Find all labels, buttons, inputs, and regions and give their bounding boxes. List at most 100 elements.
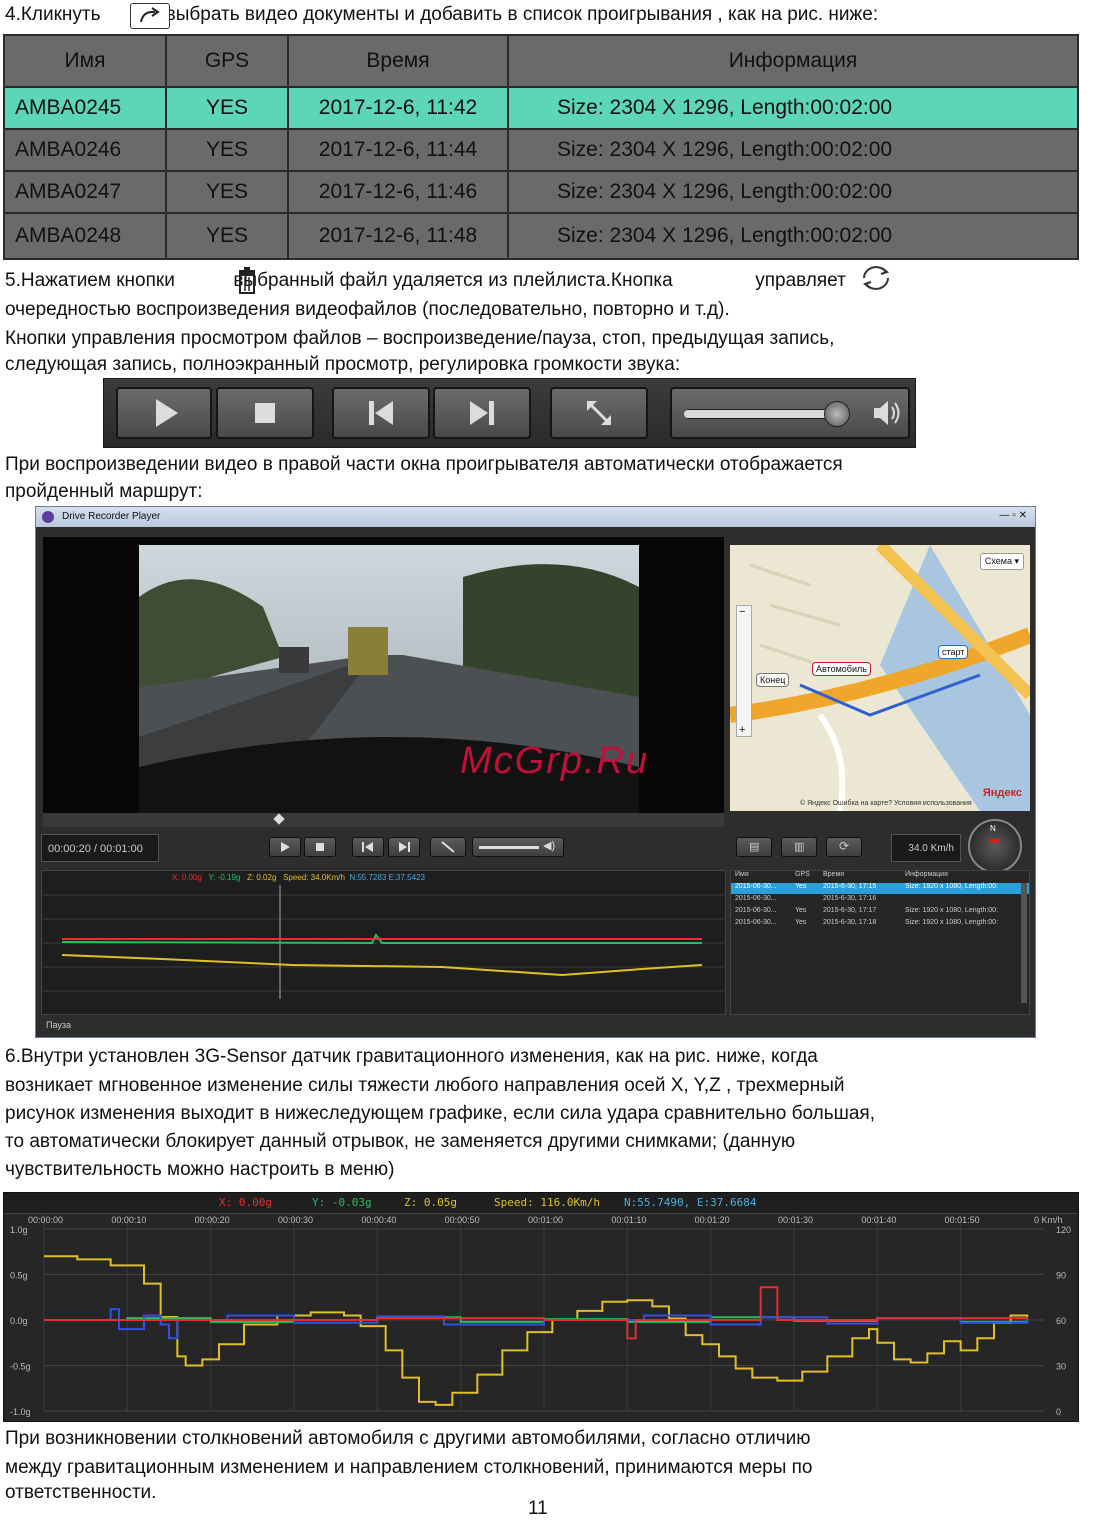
x-tick: 00:00:00 [28,1215,63,1225]
zoom-out-icon[interactable]: − [739,606,745,618]
time-display: 00:00:20 / 00:01:00 [41,834,159,862]
step6-line2: возникает мгновенное изменение силы тяже… [5,1075,845,1096]
player-list-row[interactable]: 2015-06-30... Yes 2015-6-30, 17:17 Size: 19… [731,907,1029,918]
folder-icon: ▤ [749,841,760,853]
y-right-tick: 90 [1056,1271,1066,1281]
chart-readout: X: 0.00g Y: -0.03g Z: 0.05g Speed: 116.0… [4,1193,1078,1214]
mini-open-button[interactable]: ▤ [736,837,772,857]
page-number: 11 [528,1498,548,1519]
fullscreen-button[interactable] [550,387,648,439]
mini-fullscreen-button[interactable] [430,837,466,857]
map-marker-end[interactable]: Конец [756,673,790,687]
open-folder-icon[interactable] [130,3,170,29]
mini-prev-button[interactable] [352,837,384,857]
map-scheme-select[interactable]: Схема ▾ [979,553,1024,570]
step5-line3: Кнопки управления просмотром файлов – во… [5,328,835,349]
mini-volume-track[interactable] [479,846,539,849]
compass-icon: N [968,819,1022,873]
route-line2: пройденный маршрут: [5,481,203,502]
readout-z: Z: 0.05g [404,1196,457,1209]
mini-repeat-button[interactable]: ⟳ [826,837,862,857]
x-tick: 00:00:20 [195,1215,230,1225]
player-titlebar: Drive Recorder Player — ▫ ✕ [36,507,1035,527]
mini-play-button[interactable] [269,837,301,857]
stop-icon [316,843,324,851]
file-table: Имя GPS Время Информация AMBA0245 YES 20… [3,34,1079,260]
play-button[interactable] [116,387,212,439]
x-unit-label: 0 Km/h [1034,1215,1063,1225]
volume-control[interactable] [670,387,910,439]
zoom-in-icon[interactable]: + [739,724,745,736]
x-tick: 00:01:40 [861,1215,896,1225]
player-list-row[interactable]: 2015-06-30... 2015-6-30, 17:16 [731,895,1029,906]
app-logo-icon [42,511,54,523]
volume-fill [684,410,836,418]
gsensor-plot: 1.0g 120 0.5g 90 0.0g 60 -0.5g 30 -1.0g 0 00:00:00… [10,1213,1071,1417]
next-icon [470,401,494,425]
map-marker-start[interactable]: старт [938,645,969,659]
next-button[interactable] [433,387,531,439]
step6-line4: то автоматически блокирует данный отрыво… [5,1131,796,1152]
cell-gps: YES [167,172,289,214]
player-list-row-selected[interactable]: 2015-06-30... Yes 2015-6-30, 17:15 Size: 19… [731,883,1029,894]
play-icon [156,399,178,427]
speaker-icon[interactable]: ◀) [543,839,555,852]
previous-icon [362,842,373,852]
table-row[interactable]: AMBA0248 YES 2017-12-6, 11:48 Size: 2304… [5,214,1077,258]
play-icon [281,842,290,852]
step6-line1: 6.Внутри установлен 3G-Sensor датчик гра… [5,1046,818,1067]
seek-bar[interactable] [43,813,724,827]
stop-icon [255,403,275,423]
repeat-icon[interactable] [856,263,896,293]
fullscreen-icon [441,841,455,853]
y-right-tick: 0 [1056,1407,1061,1417]
table-row[interactable]: AMBA0247 YES 2017-12-6, 11:46 Size: 2304… [5,172,1077,214]
map-zoom-slider[interactable]: − + [736,605,752,737]
x-tick: 00:00:50 [445,1215,480,1225]
col-time: Время [289,36,509,88]
y-left-tick: -0.5g [10,1362,31,1372]
volume-knob[interactable] [824,401,850,427]
map-marker-car[interactable]: Автомобиль [812,662,871,676]
player-status: Пауза [46,1020,72,1030]
mini-stop-button[interactable] [304,837,336,857]
readout-speed: Speed: 116.0Km/h [494,1196,600,1209]
stop-button[interactable] [216,387,314,439]
trash-icon[interactable] [236,265,258,295]
mini-delete-button[interactable]: ▥ [781,837,817,857]
cell-name: AMBA0246 [5,130,167,172]
table-row-selected[interactable]: AMBA0245 YES 2017-12-6, 11:42 Size: 2304… [5,88,1077,130]
col-name: Имя [5,36,167,88]
previous-button[interactable] [332,387,430,439]
y-right-tick: 30 [1056,1362,1066,1372]
trash-icon: ▥ [794,841,805,853]
volume-track[interactable] [684,401,850,427]
y-right-tick: 120 [1056,1225,1071,1235]
route-map[interactable]: Схема ▾ старт Автомобиль Конец − + © Янд… [730,545,1030,811]
cell-time: 2017-12-6, 11:46 [289,172,509,214]
y-left-tick: -1.0g [10,1407,31,1417]
cell-name: AMBA0247 [5,172,167,214]
route-line1: При воспроизведении видео в правой части… [5,454,843,475]
cell-info: Size: 2304 X 1296, Length:00:02:00 [509,130,1077,172]
cell-gps: YES [167,88,289,130]
seek-handle[interactable] [273,813,285,825]
step6-line3: рисунок изменения выходит в нижеследующе… [5,1103,876,1124]
watermark: McGrp.Ru [460,740,650,782]
final-line1: При возникновении столкновений автомобил… [5,1428,811,1449]
y-left-tick: 0.5g [10,1271,28,1281]
cell-info: Size: 2304 X 1296, Length:00:02:00 [509,172,1077,214]
x-tick: 00:00:30 [278,1215,313,1225]
player-list-scrollbar[interactable] [1021,883,1027,1003]
table-row[interactable]: AMBA0246 YES 2017-12-6, 11:44 Size: 2304… [5,130,1077,172]
series-line-3 [44,1286,1029,1340]
mini-volume-control[interactable]: ◀) [472,837,564,857]
window-controls-icon[interactable]: — ▫ ✕ [1000,510,1027,521]
mini-next-button[interactable] [388,837,420,857]
step5-line2: очередностью воспроизведения видеофайлов… [5,299,730,320]
x-tick: 00:01:20 [695,1215,730,1225]
player-list-row[interactable]: 2015-06-30... Yes 2015-6-30, 17:18 Size: 19… [731,919,1029,930]
player-readout: X: 0.00g Y: -0.19g Z: 0.02g Speed: 34.0K… [172,873,425,882]
speaker-icon[interactable] [870,396,904,430]
col-gps: GPS [167,36,289,88]
